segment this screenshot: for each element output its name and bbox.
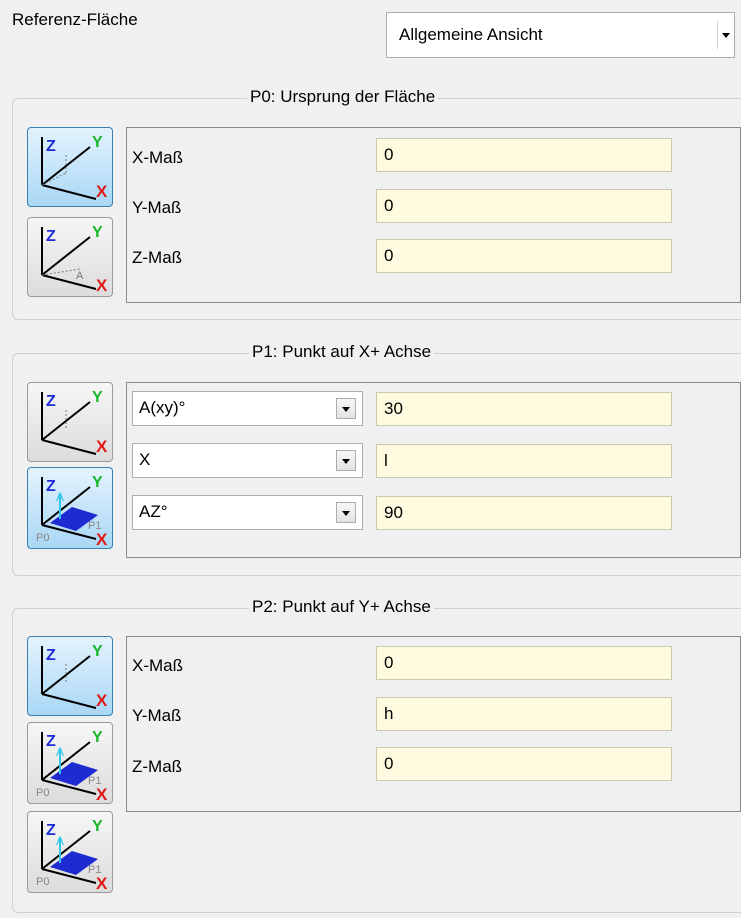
svg-text:X: X bbox=[96, 276, 108, 295]
axes-plane-icon: Z Y A P0 P1 X bbox=[36, 474, 108, 547]
p0-y-input[interactable]: 0 bbox=[376, 189, 672, 223]
axes-plain-icon: Z Y X bbox=[41, 643, 108, 710]
svg-text:P0: P0 bbox=[36, 876, 49, 888]
p2-z-input[interactable]: 0 bbox=[376, 747, 672, 781]
svg-text:A: A bbox=[56, 745, 64, 759]
svg-text:Z: Z bbox=[46, 478, 56, 495]
axes-angle-button[interactable]: Z Y A X bbox=[27, 217, 113, 297]
svg-text:Y: Y bbox=[92, 729, 103, 746]
p1-mode-select-3[interactable]: AZ° bbox=[132, 495, 363, 530]
group-p2-title: P2: Punkt auf Y+ Achse bbox=[249, 597, 434, 617]
axes-plane-p0-button[interactable]: Z Y A P0 P1 X bbox=[27, 811, 113, 893]
svg-text:X: X bbox=[96, 874, 108, 891]
axes-plane-icon: Z Y A P0 P1 X bbox=[36, 818, 108, 891]
view-select-value: Allgemeine Ansicht bbox=[399, 25, 543, 44]
p1-mode-select-2[interactable]: X bbox=[132, 443, 363, 478]
p1-mode-select-2-value: X bbox=[139, 450, 151, 469]
p2-y-label: Y-Maß bbox=[132, 706, 182, 725]
svg-text:P0: P0 bbox=[36, 787, 49, 799]
svg-text:Z: Z bbox=[46, 647, 56, 664]
chevron-down-icon[interactable] bbox=[336, 450, 356, 471]
svg-text:A: A bbox=[56, 490, 64, 504]
svg-text:Z: Z bbox=[46, 393, 56, 410]
axes-plane-icon: Z Y A P0 P1 X bbox=[36, 729, 108, 802]
svg-text:P0: P0 bbox=[36, 532, 49, 544]
chevron-down-icon[interactable] bbox=[336, 398, 356, 419]
p0-x-input[interactable]: 0 bbox=[376, 138, 672, 172]
axes-plain-icon: Z Y X bbox=[41, 389, 108, 456]
svg-text:Y: Y bbox=[92, 389, 103, 406]
svg-text:X: X bbox=[96, 437, 108, 456]
axes-plane-p1-button[interactable]: Z Y A P0 P1 X bbox=[27, 722, 113, 804]
axes-plain-icon: Z Y X bbox=[41, 134, 108, 201]
p0-z-label: Z-Maß bbox=[132, 248, 183, 267]
view-select[interactable]: Allgemeine Ansicht bbox=[386, 12, 735, 58]
svg-text:A: A bbox=[56, 834, 64, 848]
group-p0-title: P0: Ursprung der Fläche bbox=[247, 87, 439, 107]
svg-text:X: X bbox=[96, 182, 108, 201]
p1-value-input-2[interactable]: l bbox=[376, 444, 672, 478]
axes-plain-button[interactable]: Z Y X bbox=[27, 382, 113, 462]
svg-text:Y: Y bbox=[92, 818, 103, 835]
svg-text:Z: Z bbox=[46, 228, 56, 245]
p2-x-label: X-Maß bbox=[132, 656, 183, 675]
svg-text:Y: Y bbox=[92, 643, 103, 660]
p0-z-input[interactable]: 0 bbox=[376, 239, 672, 273]
svg-text:Z: Z bbox=[46, 822, 56, 839]
p1-value-input-3[interactable]: 90 bbox=[376, 496, 672, 530]
svg-text:Z: Z bbox=[46, 138, 56, 155]
axes-plain-button[interactable]: Z Y X bbox=[27, 127, 113, 207]
svg-text:Y: Y bbox=[92, 224, 103, 241]
chevron-down-icon[interactable] bbox=[717, 21, 734, 49]
svg-text:Y: Y bbox=[92, 134, 103, 151]
axes-plane-button[interactable]: Z Y A P0 P1 X bbox=[27, 467, 113, 549]
p0-x-label: X-Maß bbox=[132, 148, 183, 167]
group-p1-title: P1: Punkt auf X+ Achse bbox=[249, 342, 435, 362]
p2-y-input[interactable]: h bbox=[376, 697, 672, 731]
p2-x-input[interactable]: 0 bbox=[376, 646, 672, 680]
chevron-down-icon[interactable] bbox=[336, 502, 356, 523]
axes-plain-button[interactable]: Z Y X bbox=[27, 636, 113, 716]
p0-y-label: Y-Maß bbox=[132, 198, 182, 217]
p1-mode-select-1[interactable]: A(xy)° bbox=[132, 391, 363, 426]
svg-text:X: X bbox=[96, 530, 108, 547]
p1-mode-select-1-value: A(xy)° bbox=[139, 398, 186, 417]
p1-value-input-1[interactable]: 30 bbox=[376, 392, 672, 426]
svg-text:Z: Z bbox=[46, 733, 56, 750]
svg-text:X: X bbox=[96, 785, 108, 802]
p2-z-label: Z-Maß bbox=[132, 757, 183, 776]
svg-text:A: A bbox=[76, 270, 84, 282]
p1-mode-select-3-value: AZ° bbox=[139, 502, 168, 521]
reference-plane-label: Referenz-Fläche bbox=[12, 10, 138, 29]
svg-text:Y: Y bbox=[92, 474, 103, 491]
svg-text:X: X bbox=[96, 691, 108, 710]
axes-angle-icon: Z Y A X bbox=[41, 224, 108, 295]
